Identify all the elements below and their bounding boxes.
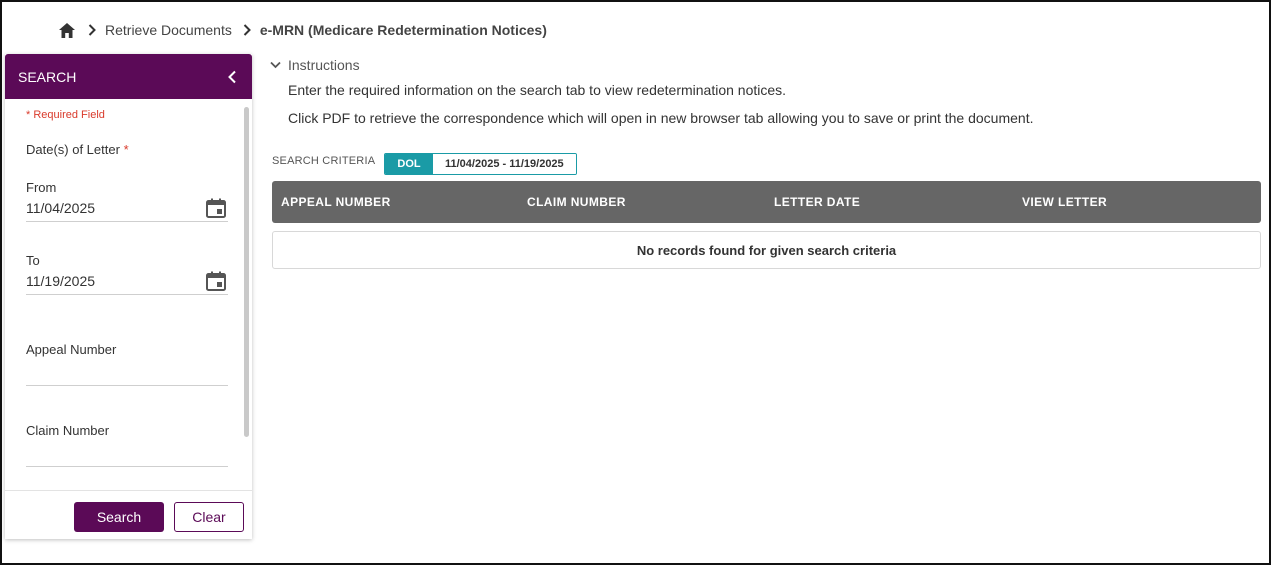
from-date-field xyxy=(26,194,228,222)
search-criteria-chip: DOL 11/04/2025 - 11/19/2025 xyxy=(384,153,577,175)
instructions-label: Instructions xyxy=(288,57,360,73)
results-table-header: APPEAL NUMBER CLAIM NUMBER LETTER DATE V… xyxy=(272,181,1261,223)
breadcrumb: Retrieve Documents e-MRN (Medicare Redet… xyxy=(57,19,547,41)
to-date-input[interactable] xyxy=(26,272,196,289)
search-panel-footer: Search Clear xyxy=(5,490,252,540)
from-date-input[interactable] xyxy=(26,199,196,216)
column-claim-number[interactable]: CLAIM NUMBER xyxy=(527,181,626,223)
to-date-field xyxy=(26,267,228,295)
search-panel-header: SEARCH xyxy=(5,54,252,99)
chip-key: DOL xyxy=(385,154,433,174)
search-button[interactable]: Search xyxy=(74,502,164,532)
dates-of-letter-label: Date(s) of Letter * xyxy=(26,142,129,157)
instructions-toggle[interactable]: Instructions xyxy=(270,57,360,73)
appeal-number-field xyxy=(26,358,228,386)
dates-of-letter-text: Date(s) of Letter xyxy=(26,142,120,157)
breadcrumb-current-page: e-MRN (Medicare Redetermination Notices) xyxy=(259,22,547,38)
calendar-icon[interactable] xyxy=(204,269,228,293)
chevron-right-icon xyxy=(243,24,251,36)
breadcrumb-retrieve-documents[interactable]: Retrieve Documents xyxy=(105,22,232,38)
appeal-number-label: Appeal Number xyxy=(26,342,117,357)
clear-button[interactable]: Clear xyxy=(174,502,244,532)
calendar-icon[interactable] xyxy=(204,196,228,220)
required-field-note: * Required Field xyxy=(26,109,105,121)
claim-number-input[interactable] xyxy=(26,444,196,461)
instructions-line-1: Enter the required information on the se… xyxy=(288,82,787,98)
to-label: To xyxy=(26,253,40,268)
column-letter-date[interactable]: LETTER DATE xyxy=(774,181,860,223)
sidebar-scrollbar[interactable] xyxy=(244,107,249,437)
chevron-right-icon xyxy=(88,24,96,36)
search-criteria-label: SEARCH CRITERIA xyxy=(272,155,376,167)
claim-number-label: Claim Number xyxy=(26,423,110,438)
appeal-number-input[interactable] xyxy=(26,363,196,380)
empty-results-message: No records found for given search criter… xyxy=(272,231,1261,269)
chevron-left-icon[interactable] xyxy=(224,69,240,85)
chevron-down-icon xyxy=(270,59,282,71)
column-view-letter[interactable]: VIEW LETTER xyxy=(1022,181,1107,223)
search-panel-title: SEARCH xyxy=(18,68,77,85)
home-icon[interactable] xyxy=(57,20,77,40)
column-appeal-number[interactable]: APPEAL NUMBER xyxy=(281,181,391,223)
instructions-line-2: Click PDF to retrieve the correspondence… xyxy=(288,110,1034,126)
from-label: From xyxy=(26,180,57,195)
claim-number-field xyxy=(26,439,228,467)
required-star: * xyxy=(123,142,129,157)
chip-value: 11/04/2025 - 11/19/2025 xyxy=(433,154,576,174)
app-window: Retrieve Documents e-MRN (Medicare Redet… xyxy=(0,0,1271,565)
search-panel: SEARCH * Required Field Date(s) of Lette… xyxy=(5,54,252,539)
search-form: * Required Field Date(s) of Letter * Fro… xyxy=(5,99,252,489)
